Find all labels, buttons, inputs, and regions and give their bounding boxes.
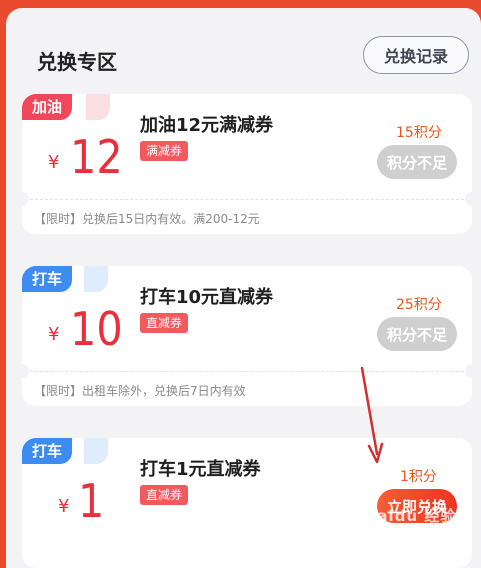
watermark: Baidu 经验 [365,507,457,525]
annotation-arrow [360,366,384,464]
arrow-shaft [360,366,379,456]
